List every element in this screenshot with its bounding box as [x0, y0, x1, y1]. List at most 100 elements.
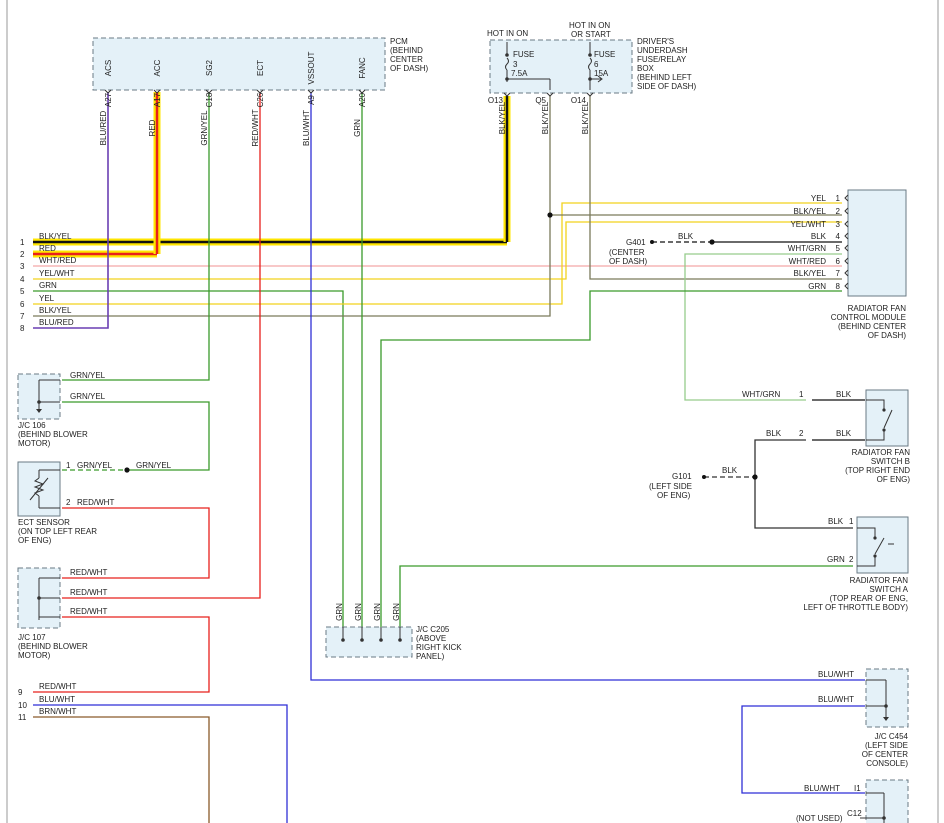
wire-vssout	[310, 92, 865, 681]
fuse2-num: 6	[594, 60, 599, 69]
jc107-label-0: J/C 107	[18, 633, 46, 642]
wire-row7-q5	[33, 96, 551, 317]
switch-b-label-2: (TOP RIGHT END	[845, 466, 910, 475]
switch-b-label-0: RADIATOR FAN	[852, 448, 911, 457]
g401-wire: BLK	[678, 232, 694, 241]
left-row-num: 1	[20, 238, 25, 247]
pcm-label-2: CENTER	[390, 55, 423, 64]
jcc205-box	[325, 626, 413, 658]
wire-module-pin8	[380, 290, 842, 627]
switch-a-label-2: (TOP REAR OF ENG,	[830, 594, 908, 603]
jc107-wire-top: RED/WHT	[70, 568, 107, 577]
left-row-wire: BLK/YEL	[39, 306, 72, 315]
switch-b-label-3: OF ENG)	[877, 475, 911, 484]
jcc205-splice	[360, 638, 364, 642]
wire-ect-pcm	[62, 92, 261, 599]
jcc454-wire-top: BLU/WHT	[818, 670, 854, 679]
fuse-pin-wire: BLK/YEL	[498, 101, 507, 134]
jc106-wire-top: GRN/YEL	[70, 371, 106, 380]
bottom-left-row-num: 9	[18, 688, 23, 697]
splice-g101	[752, 474, 758, 480]
fuse1-amps: 7.5A	[511, 69, 528, 78]
jc106-label-2: MOTOR)	[18, 439, 51, 448]
g101-label-0: (LEFT SIDE	[649, 482, 692, 491]
wires	[33, 92, 865, 823]
switch-b-box	[865, 389, 909, 447]
pcm-pin-wire: RED/WHT	[251, 109, 260, 146]
pcm-pin-wire: BLU/RED	[99, 110, 108, 145]
pcm-pin-wire: GRN/YEL	[200, 110, 209, 146]
fan-module-pin-num: 2	[836, 207, 841, 216]
wire-switch-a-grn	[399, 565, 853, 627]
left-row-num: 7	[20, 312, 25, 321]
jc107-wire-mid: RED/WHT	[70, 588, 107, 597]
fuse2-amps: 15A	[594, 69, 609, 78]
bottom-right-pin-i1: I1	[854, 784, 861, 793]
fan-module-pin-wire: BLK/YEL	[794, 269, 827, 278]
jcc454-label-1: (LEFT SIDE	[865, 741, 908, 750]
fan-module-pin-wire: BLK/YEL	[794, 207, 827, 216]
splice-q5	[547, 212, 553, 218]
jcc454-label-0: J/C C454	[875, 732, 909, 741]
splice-dots	[124, 212, 758, 480]
ect-wire1b: GRN/YEL	[136, 461, 172, 470]
jcc205-splice	[379, 638, 383, 642]
ect-label-1: (ON TOP LEFT REAR	[18, 527, 97, 536]
pcm-pin-name: ACC	[153, 59, 162, 76]
jcc205-label-3: PANEL)	[416, 652, 445, 661]
fan-module-pin-num: 5	[836, 244, 841, 253]
g101-wire: BLK	[722, 466, 738, 475]
wire-c454-loop	[741, 705, 865, 794]
bottom-right-not-used: (NOT USED)	[796, 814, 843, 823]
jc107-wire-bottom: RED/WHT	[70, 607, 107, 616]
g401-name: G401	[626, 238, 646, 247]
fan-module-label-2: (BEHIND CENTER	[838, 322, 906, 331]
jcc205-splice	[398, 638, 402, 642]
fan-module-pin-num: 3	[836, 220, 841, 229]
fuse-box-label-4: (BEHIND LEFT	[637, 73, 692, 82]
splice-g401	[709, 239, 715, 245]
fan-module-label-0: RADIATOR FAN	[848, 304, 907, 313]
ect-wire1: GRN/YEL	[77, 461, 113, 470]
pcm-pin-num: C26	[256, 92, 265, 107]
fan-module-pin-num: 6	[836, 257, 841, 266]
left-row-num: 5	[20, 287, 25, 296]
wire-row8-blu-red	[33, 92, 109, 329]
fuse-hot-left: HOT IN ON	[487, 29, 528, 38]
left-row-num: 2	[20, 250, 25, 259]
bottom-left-row-wire: RED/WHT	[39, 682, 76, 691]
bottom-left-row-num: 10	[18, 701, 27, 710]
ect-pin1: 1	[66, 461, 71, 470]
pcm-box	[92, 37, 386, 91]
fuse1-num: 3	[513, 60, 518, 69]
wire-row11	[33, 716, 210, 823]
wire-row10	[33, 704, 288, 823]
g401-label-1: OF DASH)	[609, 257, 648, 266]
fuse-box-label-2: FUSE/RELAY	[637, 55, 687, 64]
ect-wire2: RED/WHT	[77, 498, 114, 507]
fuse-hot-right-0: HOT IN ON	[569, 21, 610, 30]
fuse-pin-wire: BLK/YEL	[581, 101, 590, 134]
pcm-pin-name: ACS	[104, 60, 113, 76]
bottom-right-box	[865, 779, 909, 823]
fan-module-pin-num: 1	[836, 194, 841, 203]
fuse1-label: FUSE	[513, 50, 534, 59]
switch-b-wire-in2: BLK	[766, 429, 782, 438]
jc107-label-2: MOTOR)	[18, 651, 51, 660]
fan-module-pin-wire: YEL	[811, 194, 827, 203]
bottom-left-row-wire: BRN/WHT	[39, 707, 76, 716]
jcc205-wire-label: GRN	[354, 603, 363, 621]
fan-module-label-3: OF DASH)	[868, 331, 907, 340]
left-row-wire: YEL	[39, 294, 55, 303]
wire-switch-b-to-a	[754, 439, 853, 529]
left-row-wire: WHT/RED	[39, 256, 77, 265]
pcm-label-1: (BEHIND	[390, 46, 423, 55]
fuse-box-label-0: DRIVER'S	[637, 37, 674, 46]
fan-module-pin-wire: WHT/GRN	[788, 244, 826, 253]
jc106-wire-bottom: GRN/YEL	[70, 392, 106, 401]
fan-module-pin-num: 7	[836, 269, 841, 278]
switch-a-label-1: SWITCH A	[869, 585, 908, 594]
jcc205-splice	[341, 638, 345, 642]
switch-b-wire-in1: WHT/GRN	[742, 390, 780, 399]
jcc454-label-2: OF CENTER	[862, 750, 908, 759]
